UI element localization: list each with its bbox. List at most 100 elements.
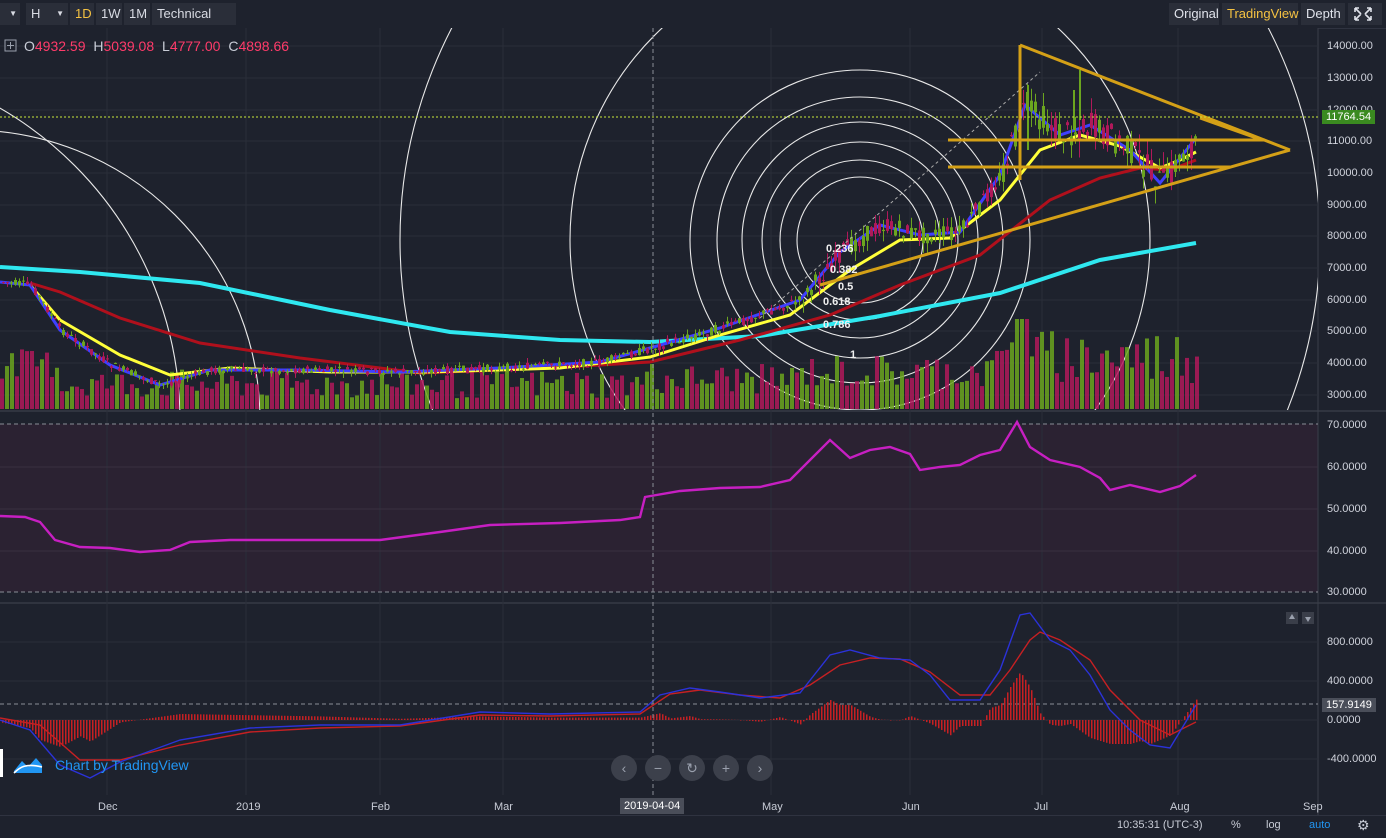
candle-body [330, 367, 333, 372]
price-chart[interactable]: 0.2360.3820.50.6180.7861 [0, 28, 1386, 838]
volume-bar [365, 393, 369, 409]
macd-histogram-bar [629, 717, 631, 720]
macd-histogram-bar [1088, 720, 1090, 737]
macd-histogram-bar [854, 707, 856, 720]
scroll-left-button[interactable]: ‹ [611, 755, 637, 781]
scroll-right-button[interactable]: › [747, 755, 773, 781]
volume-bar [630, 382, 634, 409]
volume-bar [10, 353, 14, 409]
candle-body [626, 352, 629, 354]
macd-histogram-bar [1193, 703, 1195, 720]
volume-bar [260, 394, 264, 409]
candle-body [774, 308, 777, 310]
macd-histogram-bar [164, 716, 166, 720]
time-axis-label: Mar [494, 801, 513, 813]
view-tradingview-button[interactable]: TradingView [1222, 3, 1299, 25]
volume-bar [1140, 362, 1144, 409]
macd-histogram-bar [749, 720, 751, 721]
volume-bar [1090, 372, 1094, 409]
macd-histogram-bar [509, 716, 511, 720]
macd-histogram-bar [545, 717, 547, 720]
volume-bar [335, 394, 339, 409]
resolution-dropdown[interactable]: H ▼ [26, 3, 68, 25]
view-original-button[interactable]: Original [1169, 3, 1219, 25]
log-toggle[interactable]: log [1266, 819, 1281, 831]
crosshair-date-tag: 2019-04-04 [620, 798, 685, 814]
reset-chart-button[interactable]: ↻ [679, 755, 705, 781]
volume-bar [1095, 372, 1099, 409]
macd-histogram-bar [617, 717, 619, 720]
candle-body [10, 282, 13, 284]
candle-body [1074, 132, 1077, 135]
volume-bar [955, 383, 959, 409]
candle-body [154, 380, 157, 382]
volume-bar [50, 377, 54, 409]
chevron-down-icon: ▼ [9, 9, 17, 18]
gear-icon[interactable]: ⚙ [1357, 817, 1370, 834]
macd-histogram-bar [152, 717, 154, 720]
candle-body [1114, 140, 1117, 154]
candle-body [374, 368, 377, 371]
macd-histogram-bar [569, 717, 571, 720]
candle-body [914, 228, 917, 230]
candle-body [130, 370, 133, 376]
macd-histogram-bar [821, 706, 823, 720]
interval-1d-button[interactable]: 1D [70, 3, 94, 25]
macd-histogram-bar [1061, 720, 1063, 726]
volume-bar [1105, 350, 1109, 409]
candle-body [462, 365, 465, 371]
volume-bar [645, 371, 649, 409]
candle-body [150, 377, 153, 385]
candle-body [62, 329, 65, 336]
candle-body [2, 282, 5, 284]
candle-body [294, 369, 297, 374]
candle-body [1178, 154, 1181, 161]
candle-body [6, 282, 9, 284]
volume-bar [1010, 342, 1014, 409]
candle-body [590, 360, 593, 365]
candle-body [298, 369, 301, 373]
macd-histogram-bar [773, 718, 775, 720]
macd-histogram-bar [809, 715, 811, 720]
macd-histogram-bar [422, 718, 424, 720]
candle-body [646, 348, 649, 354]
fullscreen-button[interactable] [1348, 3, 1382, 25]
macd-histogram-bar [869, 716, 871, 720]
candle-body [862, 235, 865, 246]
macd-histogram-bar [122, 720, 124, 723]
macd-histogram-bar [779, 717, 781, 720]
macd-histogram-bar [800, 720, 802, 725]
candle-body [554, 367, 557, 369]
macd-histogram-bar [1076, 720, 1078, 729]
candle-body [186, 376, 189, 379]
macd-histogram-bar [419, 718, 421, 720]
macd-histogram-bar [107, 720, 109, 731]
macd-histogram-bar [764, 720, 766, 721]
volume-bar [500, 374, 504, 409]
macd-histogram-bar [1007, 692, 1009, 720]
macd-histogram-bar [1121, 720, 1123, 744]
volume-bar [1015, 319, 1019, 409]
candle-body [478, 365, 481, 370]
macd-histogram-bar [329, 716, 331, 720]
candle-body [722, 325, 725, 329]
candle-body [562, 362, 565, 365]
interval-1m-button[interactable]: 1M [124, 3, 150, 25]
view-depth-button[interactable]: Depth [1301, 3, 1345, 25]
symbol-dropdown[interactable]: ▼ [0, 3, 20, 25]
tradingview-logo[interactable]: Chart by TradingView [0, 745, 200, 781]
zoom-in-button[interactable]: + [713, 755, 739, 781]
volume-bar [495, 370, 499, 409]
candle-body [1082, 118, 1085, 132]
clock-display[interactable]: 10:35:31 (UTC-3) [1117, 819, 1203, 831]
auto-toggle[interactable]: auto [1309, 819, 1330, 831]
technical-indicators-button[interactable]: Technical Ind [152, 3, 236, 43]
volume-bar [185, 384, 189, 409]
percent-toggle[interactable]: % [1231, 819, 1241, 831]
zoom-out-button[interactable]: − [645, 755, 671, 781]
candle-body [762, 310, 765, 314]
macd-histogram-bar [938, 720, 940, 729]
interval-1w-button[interactable]: 1W [96, 3, 122, 25]
pane-arrow-buttons[interactable] [1286, 612, 1314, 624]
macd-axis-label: 800.0000 [1327, 636, 1373, 648]
